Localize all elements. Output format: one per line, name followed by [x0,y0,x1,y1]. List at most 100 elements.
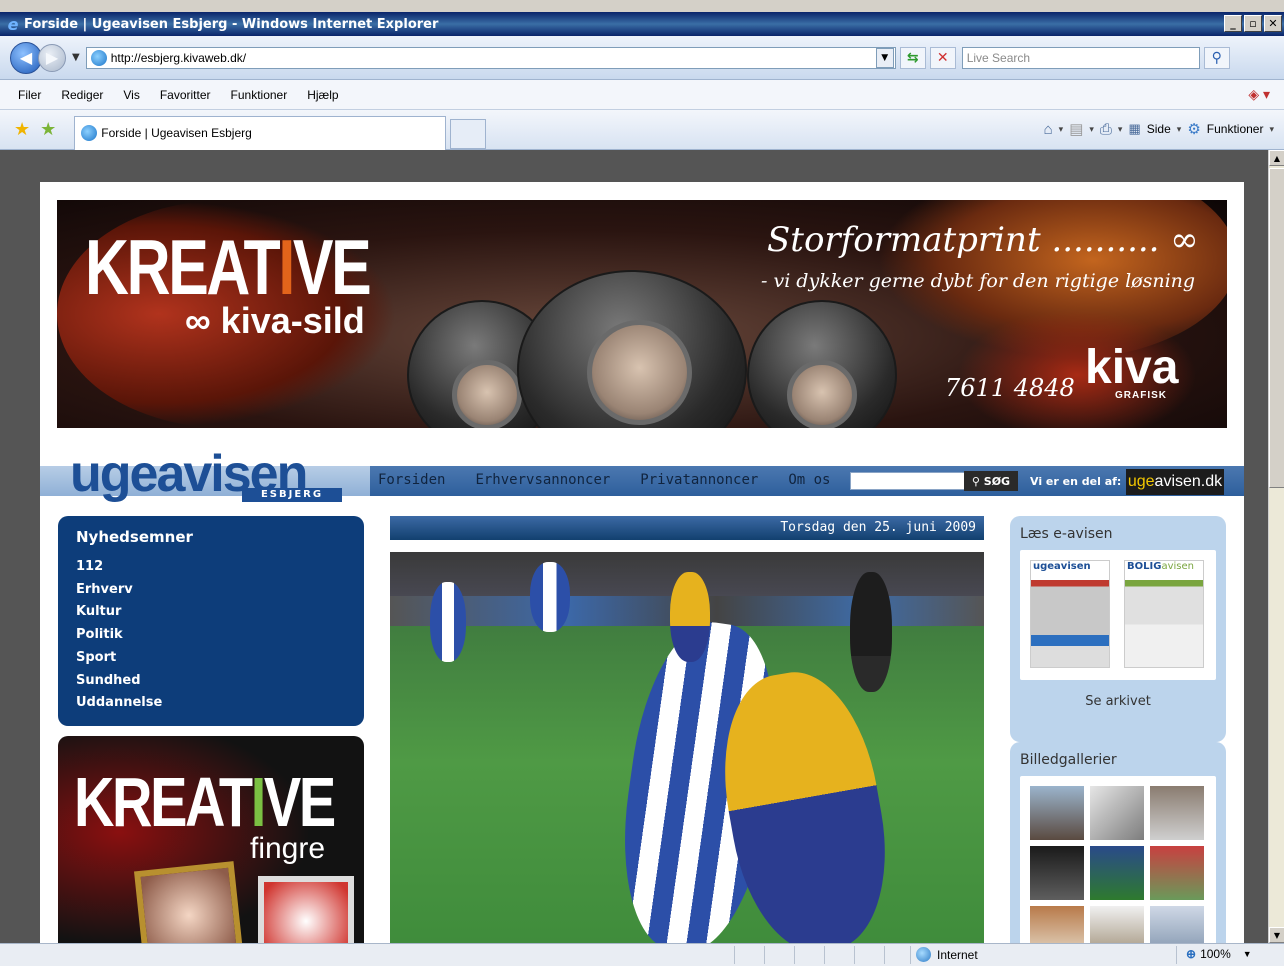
add-favorite-icon[interactable]: ★ [40,119,56,140]
home-dropdown-icon[interactable]: ▾ [1059,124,1064,135]
maximize-button[interactable]: ▫ [1244,15,1262,32]
news-topic-uddannelse[interactable]: Uddannelse [76,692,346,715]
nav-erhvervsannoncer[interactable]: Erhvervsannoncer [475,472,610,488]
ad-kreative-text: KREATIVE [74,762,336,842]
feeds-dropdown-icon[interactable]: ▾ [1089,124,1094,135]
close-button[interactable]: ✕ [1264,15,1282,32]
partner-logo-part1: uge [1127,473,1155,490]
status-cell-divider [1176,946,1177,964]
gallery-title: Billedgallerier [1020,752,1117,768]
archive-link[interactable]: Se arkivet [1020,694,1216,709]
page-icon [90,49,107,66]
gallery-thumb-5[interactable] [1090,846,1144,900]
url-field[interactable]: http://esbjerg.kivaweb.dk/ [85,46,896,69]
menu-vis[interactable]: Vis [113,88,149,102]
menu-bar: Filer Rediger Vis Favoritter Funktioner … [0,80,1284,110]
refresh-icon[interactable]: ⇆ [899,46,926,69]
search-icon[interactable]: ⚲ [1203,46,1230,69]
security-zone[interactable]: Internet [916,947,978,962]
e-avis-box: Læs e-avisen ugeavisen BOLIGavisen Se ar… [1010,516,1226,742]
zoom-dropdown-icon[interactable]: ▼ [1243,949,1252,959]
window-title: Forside | Ugeavisen Esbjerg - Windows In… [24,16,439,32]
favorites-star-icon[interactable]: ★ [14,119,30,140]
kreative-fingre-ad[interactable]: KREATIVE fingre [58,736,364,943]
cover-boligavisen[interactable]: BOLIGavisen [1124,560,1204,668]
nav-om-os[interactable]: Om os [788,472,830,488]
feeds-icon[interactable]: ▤ [1069,120,1083,138]
url-dropdown-icon[interactable]: ▼ [875,47,894,68]
news-topic-politik[interactable]: Politik [76,624,346,647]
history-dropdown-icon[interactable]: ▼ [72,52,80,63]
news-topic-sundhed[interactable]: Sundhed [76,670,346,693]
status-cell-divider [854,946,855,964]
scroll-thumb[interactable] [1269,168,1284,488]
status-cell-divider [884,946,885,964]
page-menu-button[interactable]: Side [1147,122,1171,136]
news-topic-kultur[interactable]: Kultur [76,601,346,624]
minimize-button[interactable]: _ [1224,15,1242,32]
menu-funktioner[interactable]: Funktioner [221,88,298,102]
live-search-input[interactable]: Live Search [961,46,1200,69]
tools-dropdown-icon[interactable]: ▾ [1269,124,1274,135]
zoom-control[interactable]: ⊕ 100% ▼ [1186,947,1252,961]
menu-hjaelp[interactable]: Hjælp [297,88,348,102]
menu-filer[interactable]: Filer [8,88,51,102]
gallery-thumb-3[interactable] [1150,786,1204,840]
site-search-input[interactable] [850,472,966,490]
print-dropdown-icon[interactable]: ▾ [1118,124,1123,135]
player-background-1 [430,582,466,662]
gallery-thumb-6[interactable] [1150,846,1204,900]
globe-icon [916,947,931,962]
news-topic-sport[interactable]: Sport [76,647,346,670]
gallery-thumb-7[interactable] [1030,906,1084,943]
nav-privatannoncer[interactable]: Privatannoncer [640,472,758,488]
window-controls: _ ▫ ✕ [1224,15,1282,32]
banner-ad[interactable]: KREATIVE ∞ kiva-sild Storformatprint ...… [57,200,1227,428]
gallery-thumb-9[interactable] [1150,906,1204,943]
menu-rediger[interactable]: Rediger [51,88,113,102]
tools-menu-button[interactable]: Funktioner [1207,122,1264,136]
ad-fingre-text: fingre [250,832,326,865]
site-search-button-label: SØG [983,474,1011,488]
page-menu-dropdown-icon[interactable]: ▾ [1177,124,1182,135]
new-tab-button[interactable] [450,118,487,149]
status-cell-divider [764,946,765,964]
security-zone-label: Internet [937,947,978,962]
scroll-down-icon[interactable]: ▼ [1269,927,1284,943]
helmet-porthole-left [452,360,522,428]
ad-kreative-part2: VE [263,763,336,841]
tab-current[interactable]: Forside | Ugeavisen Esbjerg [74,115,447,150]
window-titlebar: e Forside | Ugeavisen Esbjerg - Windows … [0,12,1284,36]
forward-button[interactable]: ▶ [38,43,66,72]
print-icon[interactable]: ⎙ [1100,121,1112,138]
stop-icon[interactable]: ✕ [929,46,956,69]
main-news-photo[interactable] [390,552,984,943]
news-topic-erhverv[interactable]: Erhverv [76,579,346,602]
nav-forsiden[interactable]: Forsiden [378,472,445,488]
toolbar-icon[interactable]: ◈ ▾ [1248,86,1270,103]
news-topic-112[interactable]: 112 [76,556,346,579]
vertical-scrollbar[interactable]: ▲ ▼ [1268,150,1284,943]
tab-title: Forside | Ugeavisen Esbjerg [101,126,252,140]
home-icon[interactable]: ⌂ [1044,121,1053,138]
partner-logo[interactable]: uge avisen.dk [1126,469,1224,495]
gallery-thumb-4[interactable] [1030,846,1084,900]
live-search-placeholder: Live Search [966,50,1031,65]
cover-ugeavisen[interactable]: ugeavisen [1030,560,1110,668]
banner-brand-part1: KREAT [85,223,281,311]
ad-kreative-part1: KREAT [74,763,253,841]
site-search-button[interactable]: ⚲ SØG [964,471,1018,491]
scroll-up-icon[interactable]: ▲ [1269,150,1284,166]
menu-favoritter[interactable]: Favoritter [150,88,221,102]
cover-boligavisen-title-2: avisen [1161,561,1194,572]
gallery-thumb-2[interactable] [1090,786,1144,840]
cover-boligavisen-title-1: BOLIG [1127,561,1162,572]
status-cell-divider [734,946,735,964]
e-avis-covers[interactable]: ugeavisen BOLIGavisen [1020,550,1216,680]
gallery-box: Billedgallerier [1010,742,1226,943]
main-nav: Forsiden Erhvervsannoncer Privatannoncer… [378,472,830,488]
web-page: KREATIVE ∞ kiva-sild Storformatprint ...… [40,182,1244,943]
banner-tagline: Storformatprint .......... ∞ [767,220,1199,260]
gallery-thumb-1[interactable] [1030,786,1084,840]
gallery-thumb-8[interactable] [1090,906,1144,943]
